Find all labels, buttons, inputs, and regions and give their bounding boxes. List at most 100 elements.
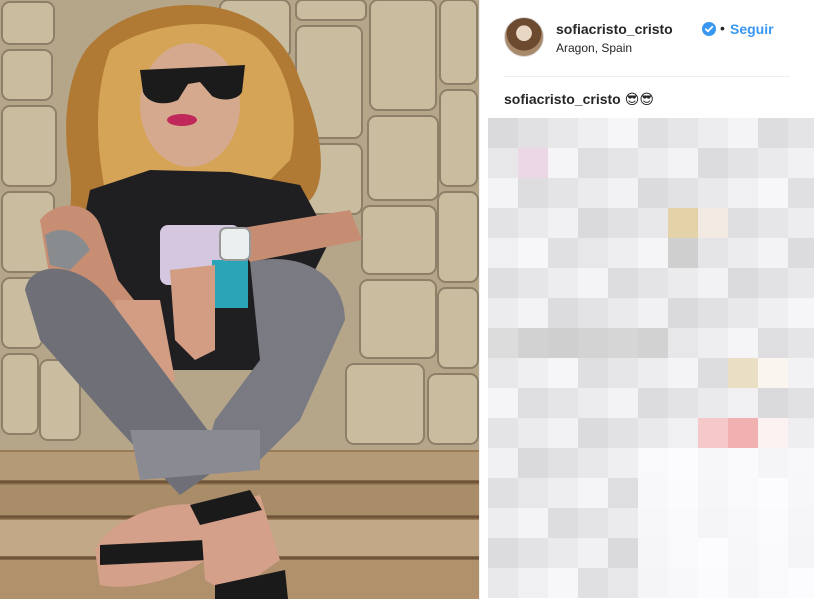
pixel-block	[638, 358, 668, 388]
pixel-block	[668, 538, 698, 568]
pixel-block	[698, 328, 728, 358]
pixel-block	[698, 208, 728, 238]
post-photo[interactable]	[0, 0, 479, 599]
pixel-block	[518, 478, 548, 508]
pixel-block	[728, 508, 758, 538]
pixelated-comments-area	[488, 118, 814, 599]
pixel-block	[668, 448, 698, 478]
pixel-block	[608, 478, 638, 508]
pixel-block	[548, 178, 578, 208]
pixel-block	[788, 508, 814, 538]
pixel-block	[488, 388, 518, 418]
pixel-block	[638, 508, 668, 538]
pixel-block	[728, 178, 758, 208]
pixel-block	[548, 448, 578, 478]
pixel-block	[698, 148, 728, 178]
pixel-block	[728, 478, 758, 508]
pixel-block	[728, 568, 758, 598]
pixel-block	[758, 208, 788, 238]
pixel-block	[488, 178, 518, 208]
pixel-block	[578, 388, 608, 418]
pixel-block	[788, 568, 814, 598]
pixel-block	[578, 178, 608, 208]
pixel-block	[548, 148, 578, 178]
pixel-block	[758, 418, 788, 448]
pixel-block	[608, 418, 638, 448]
pixel-block	[548, 508, 578, 538]
pixel-block	[518, 418, 548, 448]
pixel-block	[638, 418, 668, 448]
pixel-block	[758, 448, 788, 478]
pixel-block	[758, 118, 788, 148]
pixel-block	[698, 418, 728, 448]
pixel-block	[518, 388, 548, 418]
pixel-block	[488, 208, 518, 238]
pixel-block	[548, 478, 578, 508]
pixel-block	[668, 508, 698, 538]
pixel-block	[638, 148, 668, 178]
author-username[interactable]: sofiacristo_cristo	[556, 21, 673, 37]
pixel-block	[548, 238, 578, 268]
pixel-block	[758, 328, 788, 358]
pixel-block	[788, 238, 814, 268]
pixel-block	[698, 568, 728, 598]
pixel-block	[668, 208, 698, 238]
pixel-block	[608, 208, 638, 238]
pixel-block	[638, 478, 668, 508]
pixel-block	[698, 508, 728, 538]
pixel-block	[578, 568, 608, 598]
pixel-block	[548, 358, 578, 388]
follow-button[interactable]: Seguir	[730, 21, 774, 37]
pixel-block	[668, 148, 698, 178]
pixel-block	[638, 328, 668, 358]
pixel-block	[758, 478, 788, 508]
pixel-block	[608, 328, 638, 358]
caption-username[interactable]: sofiacristo_cristo	[504, 91, 621, 107]
pixel-block	[608, 448, 638, 478]
pixel-block	[638, 118, 668, 148]
pixel-block	[548, 328, 578, 358]
pixel-block	[668, 568, 698, 598]
pixel-block	[638, 298, 668, 328]
post-location[interactable]: Aragon, Spain	[556, 41, 632, 55]
pixel-block	[488, 448, 518, 478]
pixel-block	[548, 208, 578, 238]
pixel-block	[728, 268, 758, 298]
pixel-block	[698, 448, 728, 478]
pixel-block	[728, 208, 758, 238]
pixel-block	[518, 178, 548, 208]
author-avatar[interactable]	[504, 17, 544, 57]
pixel-block	[668, 178, 698, 208]
pixel-block	[788, 418, 814, 448]
post-photo-image	[0, 0, 479, 599]
header-divider	[504, 76, 790, 77]
pixel-block	[578, 508, 608, 538]
pixel-block	[788, 148, 814, 178]
pixel-block	[578, 118, 608, 148]
pixel-block	[518, 238, 548, 268]
pixel-block	[728, 298, 758, 328]
pixel-block	[608, 148, 638, 178]
pixel-block	[668, 478, 698, 508]
pixel-block	[518, 148, 548, 178]
pixel-block	[728, 448, 758, 478]
pixel-block	[788, 388, 814, 418]
pixel-block	[548, 298, 578, 328]
pixel-block	[758, 268, 788, 298]
pixel-block	[488, 118, 518, 148]
pixel-block	[518, 538, 548, 568]
pixel-block	[698, 538, 728, 568]
pixel-block	[698, 238, 728, 268]
pixel-block	[728, 328, 758, 358]
pixel-block	[668, 118, 698, 148]
pixel-block	[638, 538, 668, 568]
pixel-block	[728, 118, 758, 148]
pixel-block	[758, 388, 788, 418]
pixel-block	[638, 388, 668, 418]
pixel-block	[548, 418, 578, 448]
post-side-panel: sofiacristo_cristo • Seguir Aragon, Spai…	[479, 0, 814, 599]
pixel-block	[608, 268, 638, 298]
verified-badge-icon	[702, 22, 716, 36]
header-separator: •	[720, 20, 725, 36]
pixel-block	[668, 298, 698, 328]
